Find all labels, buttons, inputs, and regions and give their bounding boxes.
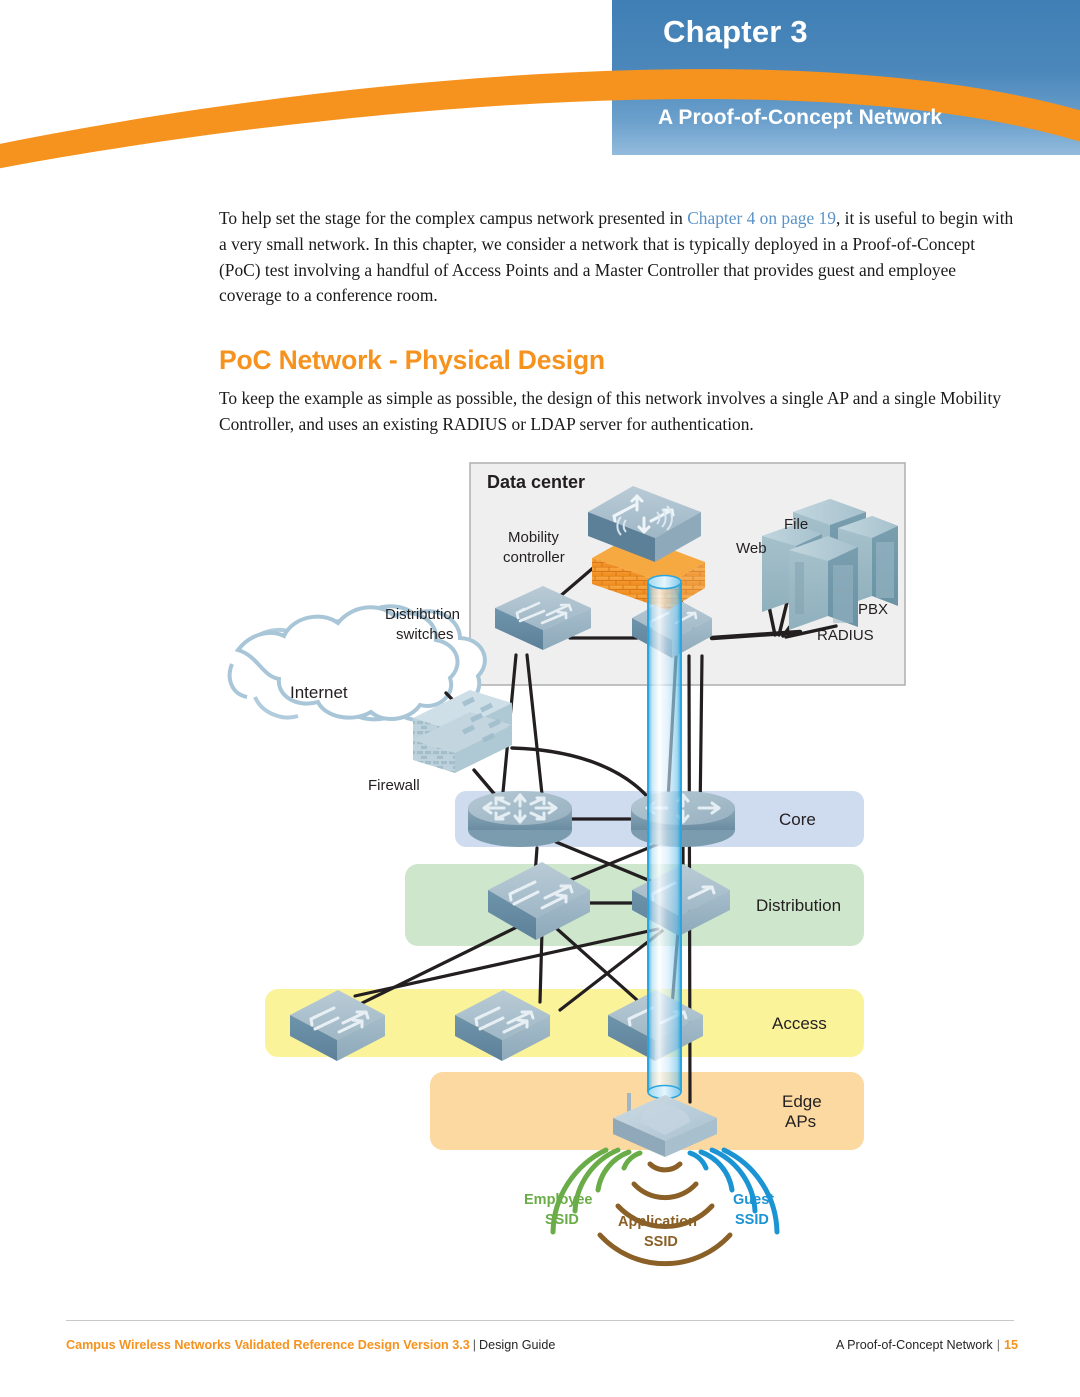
footer-separator-left: | bbox=[472, 1338, 477, 1352]
mobility-controller-label-line2: controller bbox=[503, 549, 565, 566]
radius-server-label: RADIUS bbox=[817, 627, 874, 644]
header-swoosh bbox=[0, 69, 1080, 169]
core-router-right bbox=[631, 791, 735, 847]
datacenter-title: Data center bbox=[487, 472, 586, 492]
diagram-graphics bbox=[227, 462, 906, 1267]
tunnel-overlay bbox=[647, 574, 682, 1100]
tier-label-edge-line2: APs bbox=[785, 1112, 817, 1131]
mobility-controller-label-line1: Mobility bbox=[508, 529, 559, 546]
document-page: Chapter 3 A Proof-of-Concept Network To … bbox=[0, 0, 1080, 1397]
footer-page-number: 15 bbox=[1003, 1338, 1018, 1352]
tier-label-edge-line1: Edge bbox=[782, 1092, 822, 1111]
footer-right-text: A Proof-of-Concept Network | 15 bbox=[836, 1338, 1018, 1352]
ssid-label-employee-line1: Employee bbox=[524, 1192, 593, 1208]
distribution-switches-label-line1: Distribution bbox=[385, 606, 461, 623]
cross-reference-link[interactable]: Chapter 4 on page 19 bbox=[687, 208, 836, 228]
ssid-label-employee-line2: SSID bbox=[545, 1212, 579, 1228]
intro-text-part1: To help set the stage for the complex ca… bbox=[219, 208, 688, 228]
footer-doc-title: Campus Wireless Networks Validated Refer… bbox=[66, 1338, 470, 1352]
footer-separator-right: | bbox=[996, 1338, 1000, 1352]
network-architecture-diagram: Data center Mobility controller Distribu… bbox=[0, 450, 1080, 1280]
ssid-label-application-line2: SSID bbox=[644, 1234, 678, 1250]
ssid-label-application-line1: Application bbox=[618, 1214, 697, 1230]
intro-paragraph-block: To help set the stage for the complex ca… bbox=[219, 206, 1019, 309]
chapter-heading: Chapter 3 bbox=[663, 14, 808, 50]
ssid-label-guest-line1: Guest bbox=[733, 1192, 775, 1208]
footer-chapter-title: A Proof-of-Concept Network bbox=[835, 1338, 993, 1352]
core-router-left bbox=[468, 791, 572, 847]
footer-left-text: Campus Wireless Networks Validated Refer… bbox=[66, 1338, 555, 1352]
section-paragraph-block: To keep the example as simple as possibl… bbox=[219, 386, 1024, 438]
chapter-label: Chapter bbox=[663, 14, 782, 49]
footer-divider bbox=[66, 1320, 1014, 1321]
pbx-server-label: PBX bbox=[858, 601, 889, 618]
ssid-label-guest-line2: SSID bbox=[735, 1212, 769, 1228]
tier-label-core: Core bbox=[779, 810, 816, 829]
intro-paragraph: To help set the stage for the complex ca… bbox=[219, 206, 1019, 309]
internet-label: Internet bbox=[290, 683, 348, 702]
section-paragraph: To keep the example as simple as possibl… bbox=[219, 388, 1002, 434]
footer-doc-type: Design Guide bbox=[479, 1338, 556, 1352]
section-heading: PoC Network - Physical Design bbox=[219, 345, 605, 375]
chapter-title: A Proof-of-Concept Network bbox=[658, 106, 943, 129]
tier-label-distribution: Distribution bbox=[756, 896, 842, 915]
firewall-label: Firewall bbox=[368, 777, 420, 794]
tier-label-access: Access bbox=[772, 1014, 827, 1033]
web-server-label: Web bbox=[736, 540, 767, 557]
chapter-number: 3 bbox=[790, 14, 808, 49]
file-server-label: File bbox=[784, 516, 809, 533]
distribution-switches-label-line2: switches bbox=[396, 626, 454, 643]
